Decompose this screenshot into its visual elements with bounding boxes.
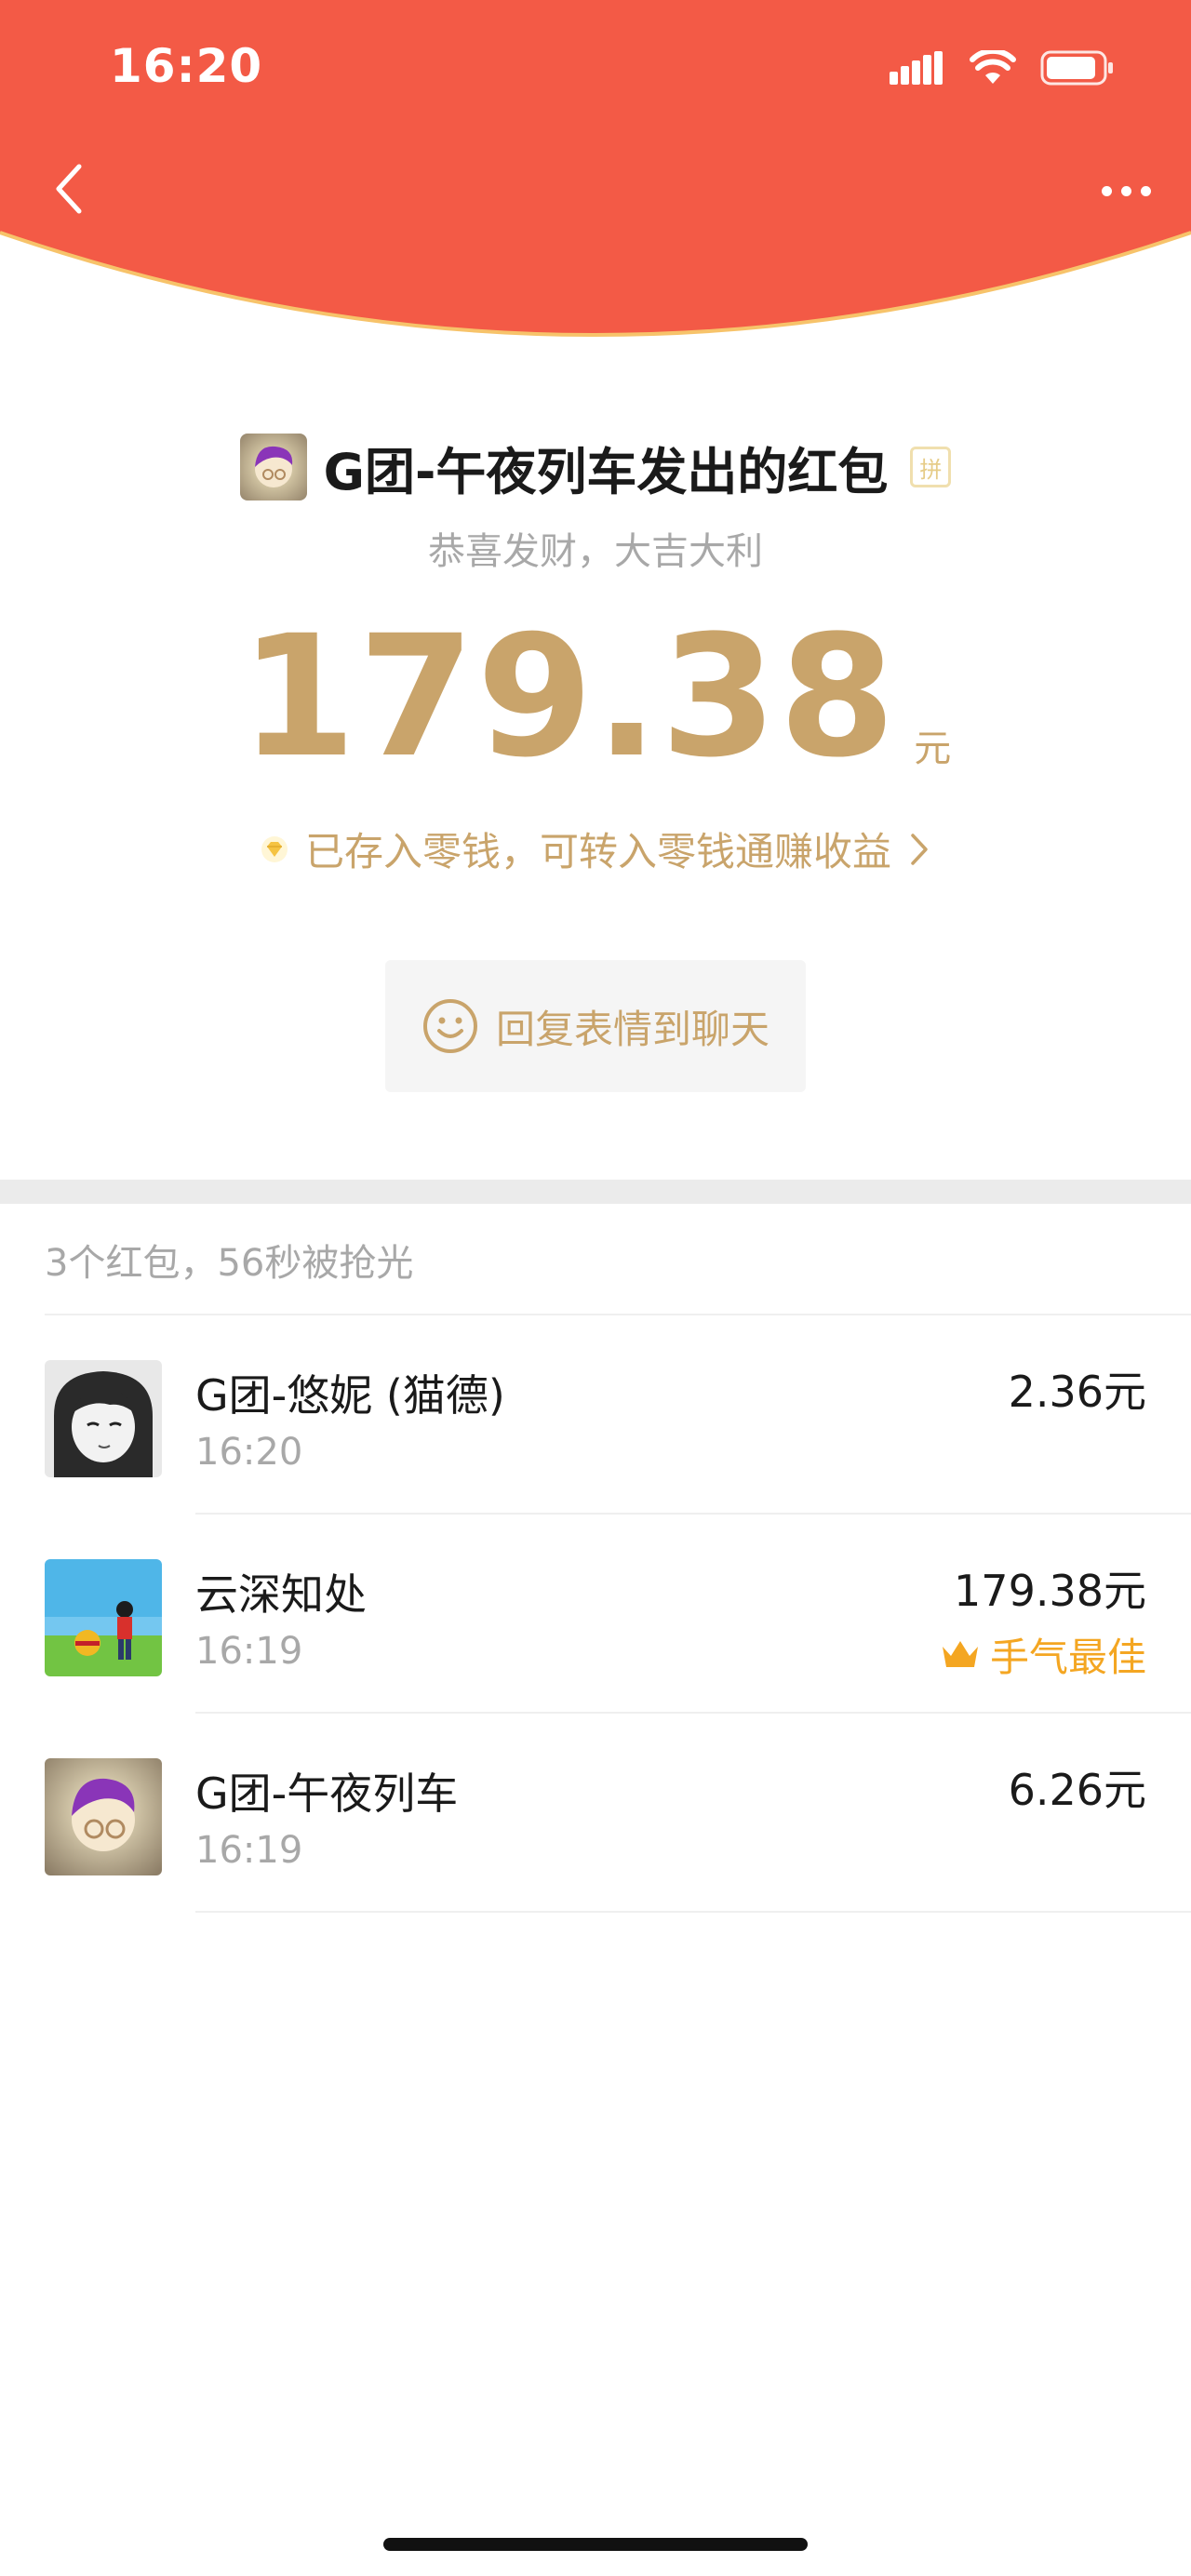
sender-avatar[interactable] xyxy=(239,434,307,501)
avatar-image xyxy=(45,1758,162,1875)
best-luck-badge: 手气最佳 xyxy=(940,1626,1146,1683)
record-time: 16:19 xyxy=(195,1829,303,1872)
avatar-image xyxy=(45,1559,162,1676)
wish-text: 恭喜发财，大吉大利 xyxy=(428,530,763,573)
record-amount: 179.38元 xyxy=(954,1566,1146,1616)
home-indicator[interactable] xyxy=(383,2538,808,2551)
reply-button-label: 回复表情到聊天 xyxy=(495,1006,769,1052)
avatar-image xyxy=(239,434,307,501)
back-button[interactable] xyxy=(37,156,102,221)
record-name: 云深知处 xyxy=(195,1569,367,1620)
avatar[interactable] xyxy=(45,1559,162,1676)
smiley-icon xyxy=(422,999,477,1053)
claim-summary: 3个红包，56秒被抢光 xyxy=(45,1242,414,1285)
wifi-icon xyxy=(970,50,1016,84)
section-divider xyxy=(0,1180,1191,1204)
saved-text: 已存入零钱，可转入零钱通赚收益 xyxy=(304,829,891,874)
avatar-image xyxy=(45,1360,162,1477)
sender-row: G团-午夜列车发出的红包 拼 xyxy=(0,430,1191,504)
reply-sticker-button[interactable]: 回复表情到聊天 xyxy=(385,960,806,1092)
more-dots-icon xyxy=(1101,185,1112,196)
record-row[interactable]: G团-午夜列车 16:19 6.26元 xyxy=(0,1714,1191,1913)
avatar[interactable] xyxy=(45,1360,162,1477)
diamond-icon xyxy=(261,835,288,862)
red-header: 16:20 xyxy=(0,0,1191,354)
chevron-right-icon xyxy=(911,833,928,865)
record-row[interactable]: G团-悠妮 (猫德) 16:20 2.36元 xyxy=(0,1315,1191,1515)
battery-icon xyxy=(1040,50,1113,86)
divider xyxy=(195,1911,1191,1913)
pin-badge: 拼 xyxy=(910,447,952,487)
status-bar-icons xyxy=(890,45,1115,91)
more-dot xyxy=(1120,185,1131,196)
more-dot xyxy=(1140,185,1151,196)
record-amount: 2.36元 xyxy=(1008,1367,1146,1417)
record-name: G团-悠妮 (猫德) xyxy=(195,1370,505,1421)
cellular-signal-icon xyxy=(890,51,943,85)
record-amount: 6.26元 xyxy=(1008,1765,1146,1815)
sender-title: G团-午夜列车发出的红包 xyxy=(323,442,889,501)
crown-icon xyxy=(942,1640,978,1667)
avatar[interactable] xyxy=(45,1758,162,1875)
record-time: 16:20 xyxy=(195,1431,303,1474)
saved-to-change-link[interactable]: 已存入零钱，可转入零钱通赚收益 xyxy=(0,821,1191,877)
received-amount: 179.38 xyxy=(239,600,898,794)
more-button[interactable] xyxy=(1089,167,1163,214)
best-luck-label: 手气最佳 xyxy=(989,1635,1146,1680)
record-time: 16:19 xyxy=(195,1630,303,1673)
status-bar-time: 16:20 xyxy=(110,39,263,93)
amount-row: 179.38 元 xyxy=(0,614,1191,781)
amount-unit: 元 xyxy=(914,727,952,770)
record-name: G团-午夜列车 xyxy=(195,1768,459,1819)
chevron-left-icon xyxy=(56,164,82,214)
record-row[interactable]: 云深知处 16:19 179.38元 手气最佳 xyxy=(0,1515,1191,1714)
